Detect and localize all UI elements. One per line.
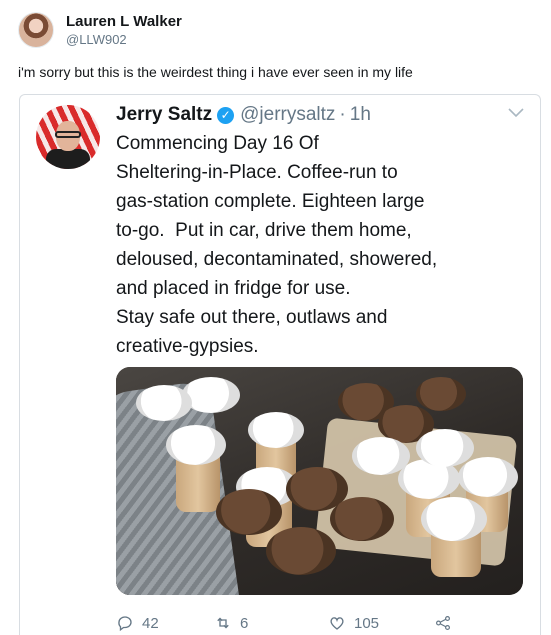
reply-icon	[118, 616, 132, 632]
outer-author-avatar[interactable]	[18, 12, 54, 48]
quoted-author-avatar[interactable]	[36, 105, 100, 169]
chevron-down-icon[interactable]	[508, 105, 524, 123]
outer-tweet-text: i'm sorry but this is the weirdest thing…	[18, 64, 413, 80]
tweet-screenshot: Lauren L Walker @LLW902 i'm sorry but th…	[0, 0, 551, 635]
outer-author-handle[interactable]: @LLW902	[66, 31, 182, 48]
share-button[interactable]	[434, 614, 460, 632]
retweet-icon	[217, 617, 229, 629]
tweet-timestamp[interactable]: 1h	[350, 102, 371, 128]
retweet-count: 6	[240, 614, 249, 632]
photo-cup-lid	[416, 377, 466, 411]
reply-button[interactable]: 42	[116, 614, 159, 632]
tweet-action-bar: 42 6 105	[116, 612, 526, 634]
like-button[interactable]: 105	[328, 614, 379, 632]
photo-cup-lid	[166, 425, 226, 465]
quoted-author-handle[interactable]: @jerrysaltz	[240, 102, 335, 128]
photo-cup-lid	[416, 429, 474, 467]
photo-cup-lid	[216, 489, 282, 535]
avatar-body	[46, 149, 90, 169]
tweet-photo-coffee-cups[interactable]	[116, 367, 523, 595]
quoted-tweet-card[interactable]: Jerry Saltz ✓ @jerrysaltz · 1h Commencin…	[19, 94, 541, 635]
outer-author-names: Lauren L Walker @LLW902	[66, 13, 182, 48]
photo-cup-lid	[330, 497, 394, 541]
reply-count: 42	[142, 614, 159, 632]
verified-badge-icon: ✓	[217, 106, 235, 124]
photo-cup-lid	[458, 457, 518, 497]
retweet-button[interactable]: 6	[214, 614, 248, 632]
quoted-tweet-text: Commencing Day 16 Of Sheltering-in-Place…	[116, 133, 438, 357]
heart-icon	[330, 617, 344, 630]
avatar-glasses	[55, 131, 81, 138]
share-icon	[436, 616, 450, 630]
outer-author-name[interactable]: Lauren L Walker	[66, 13, 182, 31]
outer-tweet-header: Lauren L Walker @LLW902	[18, 12, 182, 48]
header-separator: ·	[339, 104, 346, 125]
like-count: 105	[354, 614, 380, 632]
photo-cup-lid	[248, 412, 304, 448]
photo-cup-lid	[266, 527, 336, 575]
quoted-tweet-header: Jerry Saltz ✓ @jerrysaltz · 1h	[116, 102, 371, 128]
quoted-author-name[interactable]: Jerry Saltz	[116, 102, 212, 128]
photo-cup-lid	[421, 497, 487, 541]
photo-cup-lid	[136, 385, 192, 421]
photo-cup-lid	[352, 437, 410, 475]
